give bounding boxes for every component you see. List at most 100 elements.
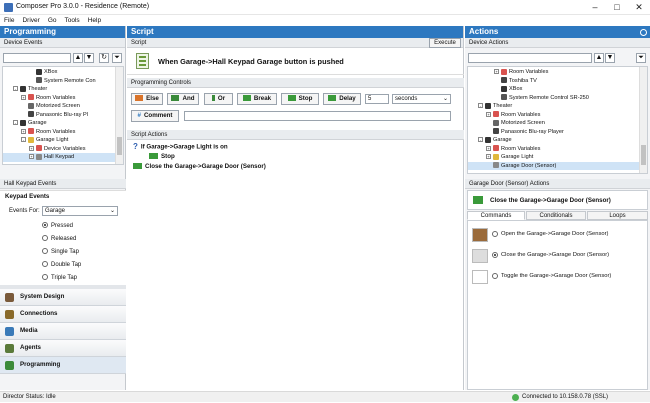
- minimize-button[interactable]: –: [584, 0, 606, 15]
- refresh-icon[interactable]: ↻: [99, 53, 109, 63]
- expand-icon[interactable]: +: [486, 145, 491, 151]
- command-option[interactable]: Toggle the Garage->Garage Door (Sensor): [468, 269, 647, 287]
- tree-item[interactable]: - Garage: [3, 119, 116, 128]
- expand-icon[interactable]: +: [21, 128, 26, 134]
- close-button[interactable]: ✕: [628, 0, 650, 15]
- tree-item[interactable]: + Room Variables: [3, 128, 116, 137]
- tree-item[interactable]: + Room Variables: [468, 68, 640, 77]
- stop-icon: [287, 95, 296, 102]
- tree-item[interactable]: Motorized Screen: [468, 119, 640, 128]
- up-arrow-icon[interactable]: ▲: [73, 53, 83, 63]
- command-option[interactable]: Open the Garage->Garage Door (Sensor): [468, 227, 647, 245]
- down-arrow-icon[interactable]: ▼: [605, 53, 615, 63]
- tree-item[interactable]: System Remote Control SR-250: [468, 94, 640, 103]
- tree-item[interactable]: + Room Variables: [468, 145, 640, 154]
- radio-selected-icon[interactable]: [492, 252, 498, 258]
- radio-icon[interactable]: [42, 235, 48, 242]
- comment-button[interactable]: # Comment: [131, 110, 179, 122]
- radio-selected-icon[interactable]: [42, 222, 48, 229]
- events-for-select[interactable]: Garage ⌄: [42, 206, 118, 216]
- delay-unit-select[interactable]: seconds ⌄: [392, 94, 451, 104]
- tree-item[interactable]: + Garage Light: [468, 153, 640, 162]
- else-button[interactable]: Else: [131, 93, 163, 105]
- tree-item[interactable]: - Garage: [468, 136, 640, 145]
- tree-item[interactable]: - Theater: [468, 102, 640, 111]
- or-button[interactable]: Or: [204, 93, 233, 105]
- radio-icon[interactable]: [42, 274, 48, 281]
- collapse-icon[interactable]: -: [478, 137, 483, 143]
- radio-icon[interactable]: [42, 261, 48, 268]
- expand-icon[interactable]: +: [21, 94, 26, 100]
- tree-item[interactable]: + Room Variables: [3, 94, 116, 103]
- tab-commands[interactable]: Commands: [467, 211, 525, 220]
- tree-item[interactable]: Panasonic Blu-ray Player: [468, 128, 640, 137]
- menu-go[interactable]: Go: [44, 15, 61, 26]
- radio-icon[interactable]: [492, 231, 498, 237]
- collapse-icon[interactable]: [640, 29, 647, 36]
- tree-item-label: Device Variables: [44, 145, 86, 152]
- expand-icon[interactable]: +: [486, 154, 491, 160]
- script-actions-list[interactable]: ? If Garage->Garage Light is on Stop Close …: [127, 142, 464, 390]
- script-action-row[interactable]: ? If Garage->Garage Light is on: [127, 142, 464, 152]
- stop-button[interactable]: Stop: [281, 93, 319, 105]
- collapse-icon[interactable]: -: [13, 120, 18, 126]
- up-arrow-icon[interactable]: ▲: [594, 53, 604, 63]
- nav-agents[interactable]: Agents: [0, 340, 126, 357]
- event-option[interactable]: Double Tap: [42, 260, 122, 273]
- command-option[interactable]: Close the Garage->Garage Door (Sensor): [468, 248, 647, 266]
- radio-icon[interactable]: [492, 273, 498, 279]
- tab-loops[interactable]: Loops: [587, 211, 648, 220]
- menu-help[interactable]: Help: [84, 15, 105, 26]
- expand-icon[interactable]: +: [29, 154, 34, 160]
- events-for-value: Garage: [45, 208, 66, 214]
- tree-item[interactable]: + Hall Keypad: [3, 153, 116, 162]
- tree-item[interactable]: + Room Variables: [468, 111, 640, 120]
- actions-tree-scrollbar[interactable]: [639, 67, 647, 173]
- event-option[interactable]: Pressed: [42, 221, 122, 234]
- tab-conditionals[interactable]: Conditionals: [526, 211, 586, 220]
- break-button[interactable]: Break: [237, 93, 277, 105]
- nav-connections[interactable]: Connections: [0, 306, 126, 323]
- delay-button[interactable]: Delay: [323, 93, 361, 105]
- tree-item[interactable]: - Theater: [3, 85, 116, 94]
- nav-programming[interactable]: Programming: [0, 357, 126, 374]
- menu-file[interactable]: File: [0, 15, 18, 26]
- tree-item[interactable]: + Device Variables: [3, 145, 116, 154]
- filter-icon[interactable]: ⏷: [112, 53, 122, 63]
- collapse-icon[interactable]: -: [21, 137, 26, 143]
- nav-media[interactable]: Media: [0, 323, 126, 340]
- expand-icon[interactable]: +: [29, 145, 34, 151]
- menu-tools[interactable]: Tools: [61, 15, 84, 26]
- delay-value-input[interactable]: 5: [365, 94, 389, 104]
- break-icon: [242, 95, 251, 102]
- tree-item[interactable]: - Garage Light: [3, 136, 116, 145]
- actions-search-combo[interactable]: [468, 53, 592, 63]
- filter-icon[interactable]: ⏷: [636, 53, 646, 63]
- tree-item[interactable]: Garage Door (Sensor): [468, 161, 640, 170]
- event-option[interactable]: Single Tap: [42, 247, 122, 260]
- comment-input[interactable]: [184, 111, 451, 121]
- expand-icon[interactable]: +: [494, 69, 499, 75]
- maximize-button[interactable]: □: [606, 0, 628, 15]
- down-arrow-icon[interactable]: ▼: [84, 53, 94, 63]
- nav-system-design[interactable]: System Design: [0, 289, 126, 306]
- and-button[interactable]: And: [167, 93, 199, 105]
- expand-icon[interactable]: +: [486, 111, 491, 117]
- execute-button[interactable]: Execute: [429, 38, 461, 48]
- radio-icon[interactable]: [42, 248, 48, 255]
- tree-item[interactable]: Toshiba TV: [468, 77, 640, 86]
- tree-scrollbar[interactable]: [115, 67, 123, 164]
- tree-item[interactable]: System Remote Con: [3, 77, 116, 86]
- collapse-icon[interactable]: -: [478, 103, 483, 109]
- device-search-combo[interactable]: [3, 53, 71, 63]
- collapse-icon[interactable]: -: [13, 86, 18, 92]
- script-action-row[interactable]: Close the Garage->Garage Door (Sensor): [127, 162, 464, 172]
- script-action-row[interactable]: Stop: [127, 152, 464, 162]
- tree-item[interactable]: XBox: [3, 68, 116, 77]
- tree-item[interactable]: Motorized Screen: [3, 102, 116, 111]
- event-option[interactable]: Released: [42, 234, 122, 247]
- menu-driver[interactable]: Driver: [18, 15, 43, 26]
- tree-item[interactable]: XBox: [468, 85, 640, 94]
- events-for-label: Events For:: [9, 208, 40, 214]
- tree-item[interactable]: Panasonic Blu-ray Pl: [3, 111, 116, 120]
